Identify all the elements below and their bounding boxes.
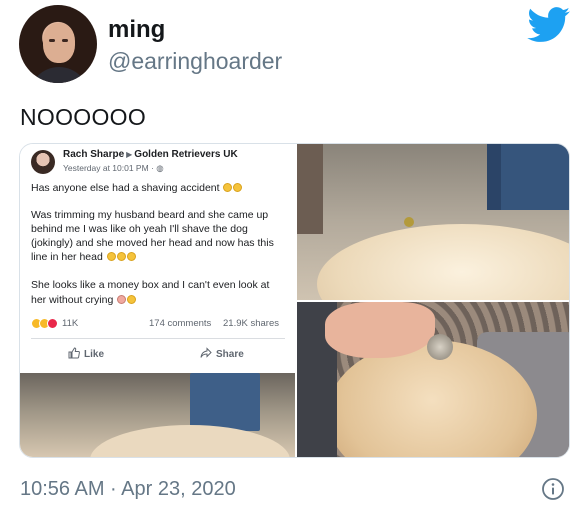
- laughing-emoji-icon: [233, 183, 243, 192]
- shares-count: 21.9K shares: [223, 318, 279, 329]
- photo-ball: [404, 217, 414, 227]
- fb-author-name: Rach Sharpe: [63, 149, 125, 160]
- divider: [31, 338, 285, 339]
- fb-line-text: line in her head: [31, 251, 103, 263]
- comments-count: 174 comments: [149, 318, 212, 329]
- photo-chair: [190, 373, 260, 431]
- tweet-text: NOOOOOO: [20, 104, 147, 130]
- fb-post-photo: [20, 373, 295, 457]
- fb-arrow-icon: ▶: [126, 150, 133, 159]
- laughing-emoji-icon: [127, 295, 137, 304]
- reaction-count: 11K: [62, 318, 79, 329]
- photo-doorframe: [297, 144, 323, 234]
- fb-line-text: her without crying: [31, 294, 114, 306]
- user-avatar[interactable]: [19, 5, 97, 83]
- fb-time-text: Yesterday at 10:01 PM ·: [63, 163, 154, 173]
- display-name[interactable]: ming: [108, 16, 165, 44]
- info-circle-icon[interactable]: [541, 477, 565, 501]
- person-gesturing-emoji-icon: [117, 295, 127, 304]
- fb-share-button: Share: [200, 347, 244, 360]
- share-arrow-icon: [200, 347, 212, 358]
- fb-post-line: Has anyone else had a shaving accident: [31, 182, 243, 194]
- avatar-shirt: [29, 67, 89, 83]
- tweet-photo-dog-shaved-line[interactable]: [297, 144, 569, 300]
- fb-like-button: Like: [68, 347, 104, 360]
- laughing-emoji-icon: [106, 252, 116, 261]
- laughing-emoji-icon: [126, 252, 136, 261]
- photo-hand: [325, 302, 435, 358]
- fb-post-line: line in her head: [31, 251, 136, 263]
- share-label: Share: [216, 349, 244, 360]
- photo-chair-leg: [487, 144, 501, 210]
- fb-post-line: her without crying: [31, 294, 137, 306]
- user-handle[interactable]: @earringhoarder: [108, 48, 282, 75]
- avatar-eye: [49, 39, 55, 42]
- fb-line-text: Has anyone else had a shaving accident: [31, 182, 220, 194]
- photo-dog: [90, 425, 290, 457]
- twitter-bird-icon[interactable]: [527, 7, 571, 43]
- tweet-photo-dog-coin[interactable]: [297, 302, 569, 457]
- fb-reactions-bar: 11K 174 comments 21.9K shares: [31, 318, 285, 330]
- love-reaction-icon: [47, 318, 58, 329]
- laughing-emoji-icon: [116, 252, 126, 261]
- fb-author-line: Rach Sharpe ▶ Golden Retrievers UK: [63, 149, 238, 160]
- facebook-post-screenshot[interactable]: Rach Sharpe ▶ Golden Retrievers UK Yesterd…: [20, 144, 295, 457]
- thumbs-up-icon: [68, 347, 80, 359]
- avatar-eye: [62, 39, 68, 42]
- tweet-timestamp[interactable]: 10:56 AM · Apr 23, 2020: [20, 478, 236, 501]
- fb-post-line: Was trimming my husband beard and she ca…: [31, 209, 269, 221]
- photo-coin: [427, 334, 453, 360]
- fb-post-line: (jokingly) and she moved her head and no…: [31, 237, 274, 249]
- avatar-face: [43, 23, 75, 63]
- fb-post-time: Yesterday at 10:01 PM · ◍: [63, 163, 164, 174]
- tweet-media-grid: Rach Sharpe ▶ Golden Retrievers UK Yesterd…: [19, 143, 570, 458]
- fb-group-name: Golden Retrievers UK: [134, 149, 238, 160]
- fb-post-line: behind me I was like oh yeah I'll shave …: [31, 223, 248, 235]
- photo-dog: [317, 224, 569, 300]
- globe-icon: ◍: [156, 163, 164, 173]
- fb-author-avatar: [31, 150, 55, 174]
- fb-post-line: She looks like a money box and I can't e…: [31, 279, 270, 291]
- like-label: Like: [84, 349, 105, 360]
- laughing-emoji-icon: [223, 183, 233, 192]
